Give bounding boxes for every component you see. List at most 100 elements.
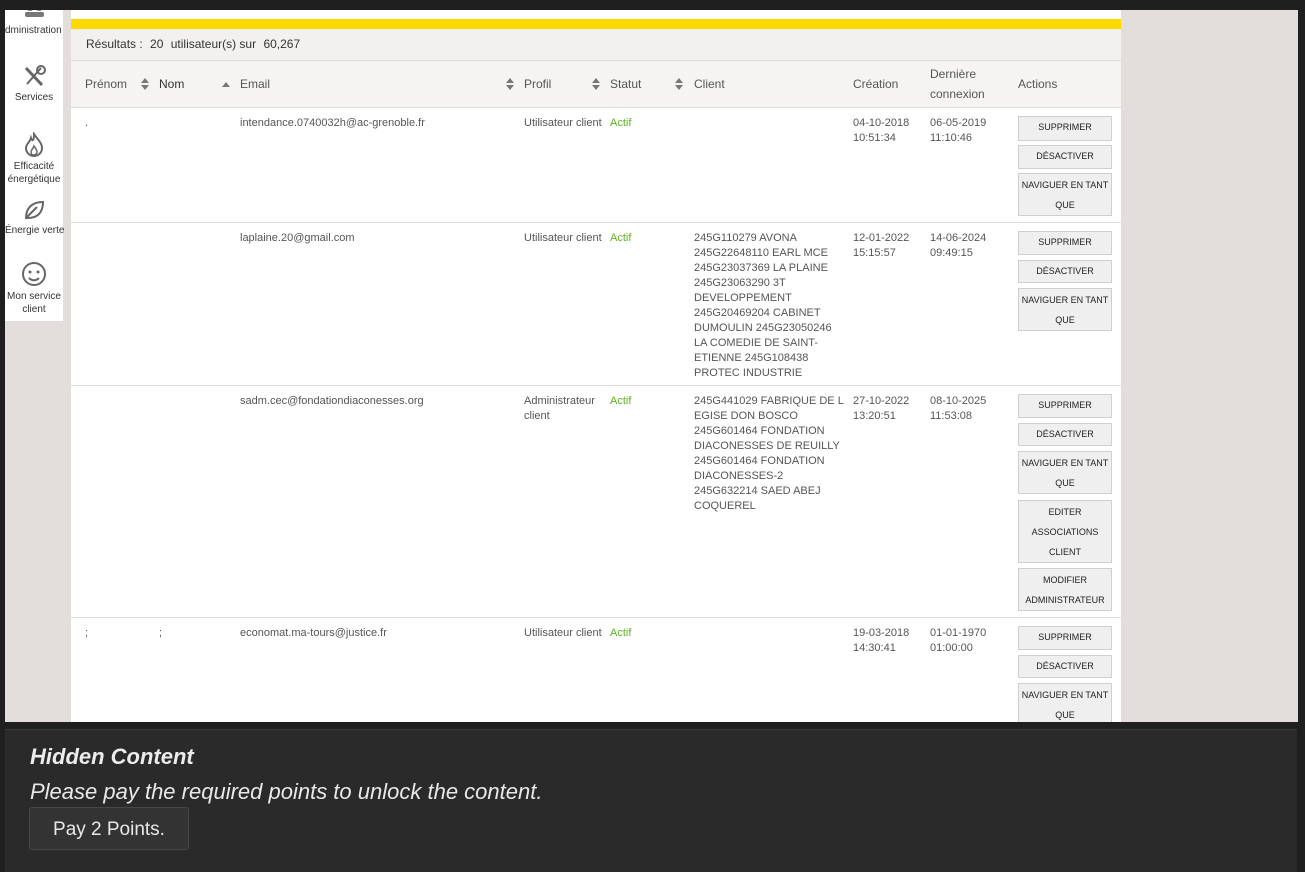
tools-icon [24,65,46,87]
sort-icon[interactable] [592,78,600,90]
supprimer-button[interactable]: SUPPRIMER [1018,626,1112,650]
desactiver-button[interactable]: DÉSACTIVER [1018,655,1112,678]
hidden-content-box: Hidden Content Please pay the required p… [5,729,1297,872]
header-creation: Création [853,77,899,91]
sidebar-item-label: Administration [5,25,62,36]
cell-last-login: 14-06-2024 09:49:15 [930,231,986,261]
cell-profil: Administrateur client [524,395,595,422]
naviguer-button[interactable]: NAVIGUER EN TANT QUE [1018,288,1112,331]
sidebar-item-administration[interactable]: Administration [5,10,63,37]
client-line: DEVELOPPEMENT [694,292,792,304]
cell-last-login: 08-10-2025 11:53:08 [930,394,986,424]
client-line: 245G441029 FABRIQUE DE L [694,395,844,407]
cell-creation: 12-01-2022 15:15:57 [853,231,909,261]
top-strip [71,10,1121,19]
client-line: 245G632214 SAED ABEJ [694,485,821,497]
header-derniere-line1: Dernière [930,67,977,81]
client-line: 245G110279 AVONA [694,232,797,244]
pay-points-button[interactable]: Pay 2 Points. [29,807,189,850]
users-panel: Résultats : 20 utilisateur(s) sur 60,267… [71,10,1121,722]
sidebar-item-efficacite[interactable]: Efficacité énergétique [5,132,63,186]
cell-nom: ; [159,627,163,639]
hidden-content-message: Please pay the required points to unlock… [30,779,543,804]
client-line: EGISE DON BOSCO [694,410,798,422]
client-line: DUMOULIN 245G23050246 [694,322,832,334]
editer-associations-button[interactable]: EDITER ASSOCIATIONS CLIENT [1018,500,1112,563]
header-profil[interactable]: Profil [524,61,551,107]
cell-creation: 19-03-2018 14:30:41 [853,626,909,656]
client-line: 245G601464 FONDATION [694,455,825,467]
cell-profil: Utilisateur client [524,627,602,639]
last-time: 11:53:08 [930,410,973,422]
cell-statut: Actif [610,627,632,639]
client-line: 245G601464 FONDATION [694,425,825,437]
results-count: 20 [150,37,164,51]
client-line: LA COMEDIE DE SAINT- [694,337,819,349]
supprimer-button[interactable]: SUPPRIMER [1018,394,1112,418]
desactiver-button[interactable]: DÉSACTIVER [1018,423,1112,446]
header-email[interactable]: Email [240,61,270,107]
header-derniere-line2: connexion [930,87,985,101]
accent-bar [71,19,1121,29]
client-line: DIACONESSES-2 [694,470,784,482]
naviguer-button[interactable]: NAVIGUER EN TANT QUE [1018,451,1112,494]
client-line: COQUEREL [694,500,756,512]
sort-icon[interactable] [141,78,149,90]
creation-time: 14:30:41 [853,642,896,654]
cell-statut: Actif [610,232,632,244]
last-date: 08-10-2025 [930,395,987,407]
sort-icon[interactable] [675,78,683,90]
last-time: 11:10:46 [930,132,973,144]
naviguer-button[interactable]: NAVIGUER EN TANT QUE [1018,173,1112,216]
header-prenom[interactable]: Prénom [85,61,127,107]
client-line: ETIENNE 245G108438 [694,352,809,364]
cell-last-login: 01-01-1970 01:00:00 [930,626,986,656]
cell-email: laplaine.20@gmail.com [240,232,355,244]
table-row: sadm.cec@fondationdiaconesses.org Admini… [71,386,1121,618]
desactiver-button[interactable]: DÉSACTIVER [1018,260,1112,283]
cell-last-login: 06-05-2019 11:10:46 [930,116,986,146]
sidebar-item-label: Mon service client [7,291,61,315]
last-date: 01-01-1970 [930,627,987,639]
sort-icon[interactable] [506,78,514,90]
screenshot-area: Administration Services Efficacité énerg… [5,10,1298,722]
modifier-administrateur-button[interactable]: MODIFIER ADMINISTRATEUR [1018,568,1112,611]
naviguer-button[interactable]: NAVIGUER EN TANT QUE [1018,683,1112,722]
header-derniere-connexion: Dernière connexion [930,61,985,110]
headset-icon [22,262,46,286]
creation-time: 13:20:51 [853,410,896,422]
client-line: 245G22648110 EARL MCE [694,247,828,259]
cell-email: economat.ma-tours@justice.fr [240,627,387,639]
header-nom[interactable]: Nom [159,61,184,107]
supprimer-button[interactable]: SUPPRIMER [1018,231,1112,255]
sort-asc-icon[interactable] [222,82,230,87]
sidebar-item-label: Énergie verte [5,225,65,236]
results-total: 60,267 [263,37,301,51]
cell-profil: Utilisateur client [524,117,602,129]
supprimer-button[interactable]: SUPPRIMER [1018,116,1112,141]
sidebar: Administration Services Efficacité énerg… [5,10,65,321]
sidebar-item-label: Efficacité énergétique [7,161,61,185]
header-client[interactable]: Client [694,61,725,107]
creation-date: 12-01-2022 [853,232,910,244]
cell-profil: Utilisateur client [524,232,602,244]
cell-statut: Actif [610,395,632,407]
cell-email: intendance.0740032h@ac-grenoble.fr [240,117,425,129]
sidebar-item-services[interactable]: Services [5,65,63,104]
header-statut[interactable]: Statut [610,61,641,107]
hidden-content-title: Hidden Content [30,744,194,769]
desactiver-button[interactable]: DÉSACTIVER [1018,145,1112,169]
leaf-icon [24,200,45,219]
creation-date: 19-03-2018 [853,627,910,639]
client-line: 245G23037369 LA PLAINE [694,262,828,274]
users-icon [25,10,44,17]
sidebar-item-service-client[interactable]: Mon service client [5,260,63,316]
results-middle: utilisateur(s) sur [170,37,257,51]
creation-date: 27-10-2022 [853,395,910,407]
results-prefix: Résultats : [86,37,143,51]
cell-creation: 27-10-2022 13:20:51 [853,394,909,424]
client-line: PROTEC INDUSTRIE [694,367,803,379]
sidebar-item-energie-verte[interactable]: Énergie verte [5,198,65,237]
table-header: Prénom Nom Email Profil Statut Client Cr… [71,61,1121,108]
client-line: DIACONESSES DE REUILLY [694,440,840,452]
